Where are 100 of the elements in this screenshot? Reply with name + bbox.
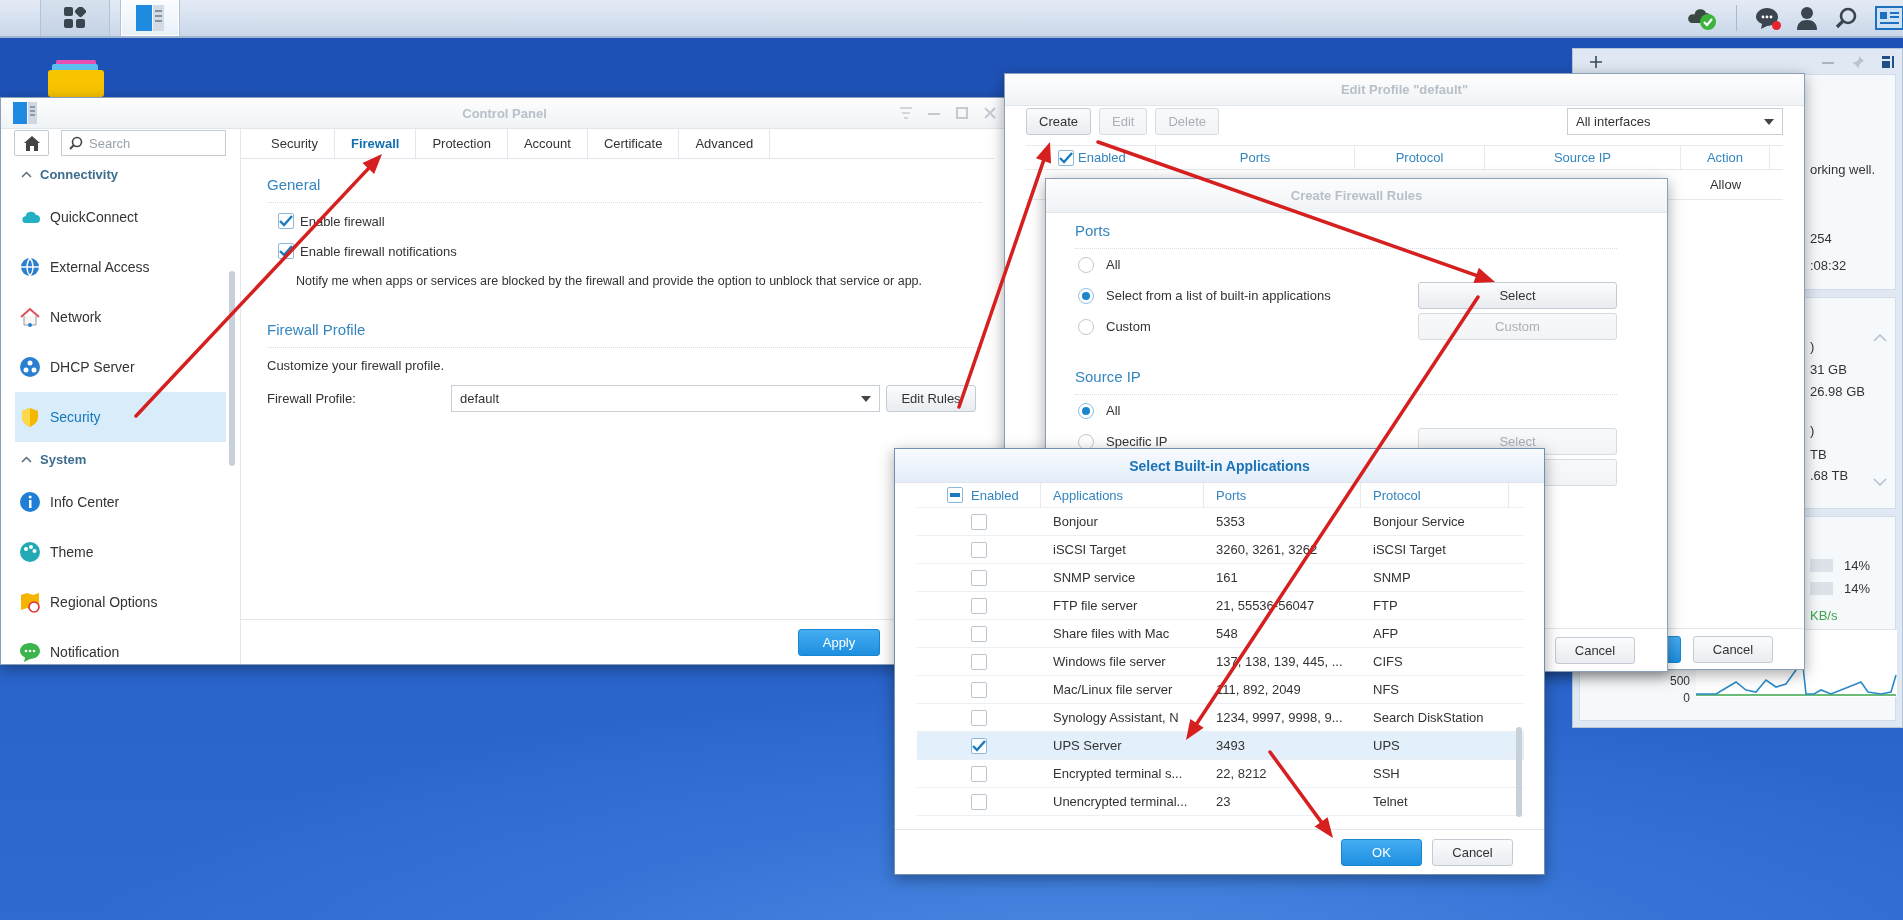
table-cell: UPS Server: [1053, 738, 1122, 753]
radio-label: Custom: [1106, 319, 1152, 334]
pin-icon[interactable]: [1852, 55, 1864, 68]
axis-tick: 0: [1683, 690, 1691, 707]
sidebar-item-label: Notification: [50, 644, 120, 660]
table-cell: UPS: [1373, 738, 1400, 753]
button[interactable]: Cancel: [1693, 635, 1773, 663]
main-menu-button[interactable]: [40, 0, 110, 36]
table-row[interactable]: UPS Server 3493 UPS: [917, 732, 1524, 760]
tab[interactable]: Advanced: [679, 129, 771, 158]
radio-button[interactable]: [1078, 287, 1094, 304]
button[interactable]: Select: [1418, 282, 1617, 309]
checkbox[interactable]: [971, 597, 987, 614]
scrollbar-thumb[interactable]: [229, 271, 235, 466]
chat-icon[interactable]: [1755, 6, 1779, 30]
minus-icon: [950, 493, 960, 497]
table-cell: SSH: [1373, 766, 1400, 781]
user-icon[interactable]: [1797, 6, 1817, 30]
table-row[interactable]: Bonjour 5353 Bonjour Service: [917, 508, 1524, 536]
network-nodes-icon: [19, 356, 41, 378]
widget-icon[interactable]: [1875, 6, 1903, 30]
sidebar-item[interactable]: External Access: [15, 242, 226, 292]
checkbox[interactable]: [971, 737, 987, 754]
home-button[interactable]: [14, 130, 49, 156]
sidebar-item-label: Info Center: [50, 494, 120, 510]
checkmark-icon: [972, 739, 986, 752]
chevron-icon: [21, 171, 32, 178]
close-icon[interactable]: [984, 107, 996, 119]
table-cell: Telnet: [1373, 794, 1408, 809]
checkbox[interactable]: [1058, 149, 1074, 166]
sidebar-item[interactable]: Notification: [15, 627, 226, 664]
window-title: Control Panel: [462, 105, 547, 121]
chevron-down-icon[interactable]: [1873, 478, 1887, 486]
table-cell: iSCSI Target: [1373, 542, 1446, 557]
table-cell: 23: [1216, 794, 1231, 809]
sidebar-group-header[interactable]: System: [1, 442, 240, 477]
checkbox[interactable]: [971, 625, 987, 642]
taskbar-app-button[interactable]: [120, 0, 180, 36]
folder-icon[interactable]: [48, 58, 104, 97]
button[interactable]: Create: [1026, 108, 1092, 135]
interface-select[interactable]: All interfaces: [1567, 108, 1783, 135]
window-title: Select Built-in Applications: [1129, 457, 1310, 474]
radio-button[interactable]: [1078, 402, 1094, 419]
sidebar-item[interactable]: QuickConnect: [15, 192, 226, 242]
table-row[interactable]: Share files with Mac 548 AFP: [917, 620, 1524, 648]
table-cell: 161: [1216, 570, 1238, 585]
window-title: Edit Profile "default": [1340, 82, 1469, 97]
column-header: Ports: [1216, 487, 1247, 503]
palette-icon: [19, 541, 41, 563]
sidebar-item-label: Regional Options: [50, 594, 158, 610]
caret-icon: [861, 395, 871, 402]
radio-label: All: [1106, 403, 1122, 418]
house-icon: [19, 306, 41, 328]
tab[interactable]: Account: [507, 129, 588, 158]
column-header: Source IP: [1553, 150, 1612, 165]
sidebar-item[interactable]: Theme: [15, 527, 226, 577]
sidebar-item[interactable]: Info Center: [15, 477, 226, 527]
column-header: Protocol: [1395, 150, 1444, 165]
sidebar-item[interactable]: Security: [15, 392, 226, 442]
edit-rules-button[interactable]: Edit Rules: [886, 385, 976, 412]
tab[interactable]: Protection: [416, 129, 508, 158]
search-icon[interactable]: [1835, 7, 1857, 29]
checkbox[interactable]: [971, 765, 987, 782]
checkbox[interactable]: [971, 541, 987, 558]
tab[interactable]: Certificate: [587, 129, 680, 158]
radio-button[interactable]: [1078, 318, 1094, 335]
checkbox[interactable]: [278, 213, 294, 229]
profile-select[interactable]: default: [451, 385, 880, 412]
table-cell: NFS: [1373, 682, 1399, 697]
checkbox[interactable]: [971, 513, 987, 530]
button[interactable]: Cancel: [1432, 838, 1513, 866]
shield-icon: [19, 406, 41, 428]
widget-text: TB: [1810, 446, 1827, 464]
meter-reading: 14%: [1844, 557, 1871, 573]
maximize-icon[interactable]: [956, 107, 968, 119]
widget-text: .68 TB: [1810, 467, 1849, 485]
table-row[interactable]: SNMP service 161 SNMP: [917, 564, 1524, 592]
checkbox[interactable]: [971, 681, 987, 698]
checkbox[interactable]: [947, 487, 963, 503]
sidebar-item[interactable]: DHCP Server: [15, 342, 226, 392]
checkbox[interactable]: [971, 569, 987, 586]
dock-icon[interactable]: [1882, 55, 1894, 68]
sidebar-group-header[interactable]: Connectivity: [1, 157, 240, 192]
filter-icon[interactable]: [900, 107, 912, 119]
checkbox[interactable]: [971, 653, 987, 670]
sidebar-item[interactable]: Network: [15, 292, 226, 342]
checkbox[interactable]: [971, 793, 987, 810]
radio-button[interactable]: [1078, 256, 1094, 273]
sidebar-item[interactable]: Regional Options: [15, 577, 226, 627]
checkbox[interactable]: [971, 709, 987, 726]
tab[interactable]: Security: [255, 129, 335, 158]
table-cell: Share files with Mac: [1053, 626, 1170, 641]
column-header: Enabled: [971, 487, 1019, 503]
table-cell: Bonjour: [1053, 514, 1098, 529]
scrollbar-thumb[interactable]: [1516, 727, 1522, 817]
plus-icon[interactable]: [1590, 55, 1602, 68]
chevron-up-icon[interactable]: [1873, 334, 1887, 342]
radio-button[interactable]: [1078, 433, 1094, 450]
search-field[interactable]: Search: [61, 130, 226, 156]
button[interactable]: Cancel: [1555, 636, 1635, 664]
